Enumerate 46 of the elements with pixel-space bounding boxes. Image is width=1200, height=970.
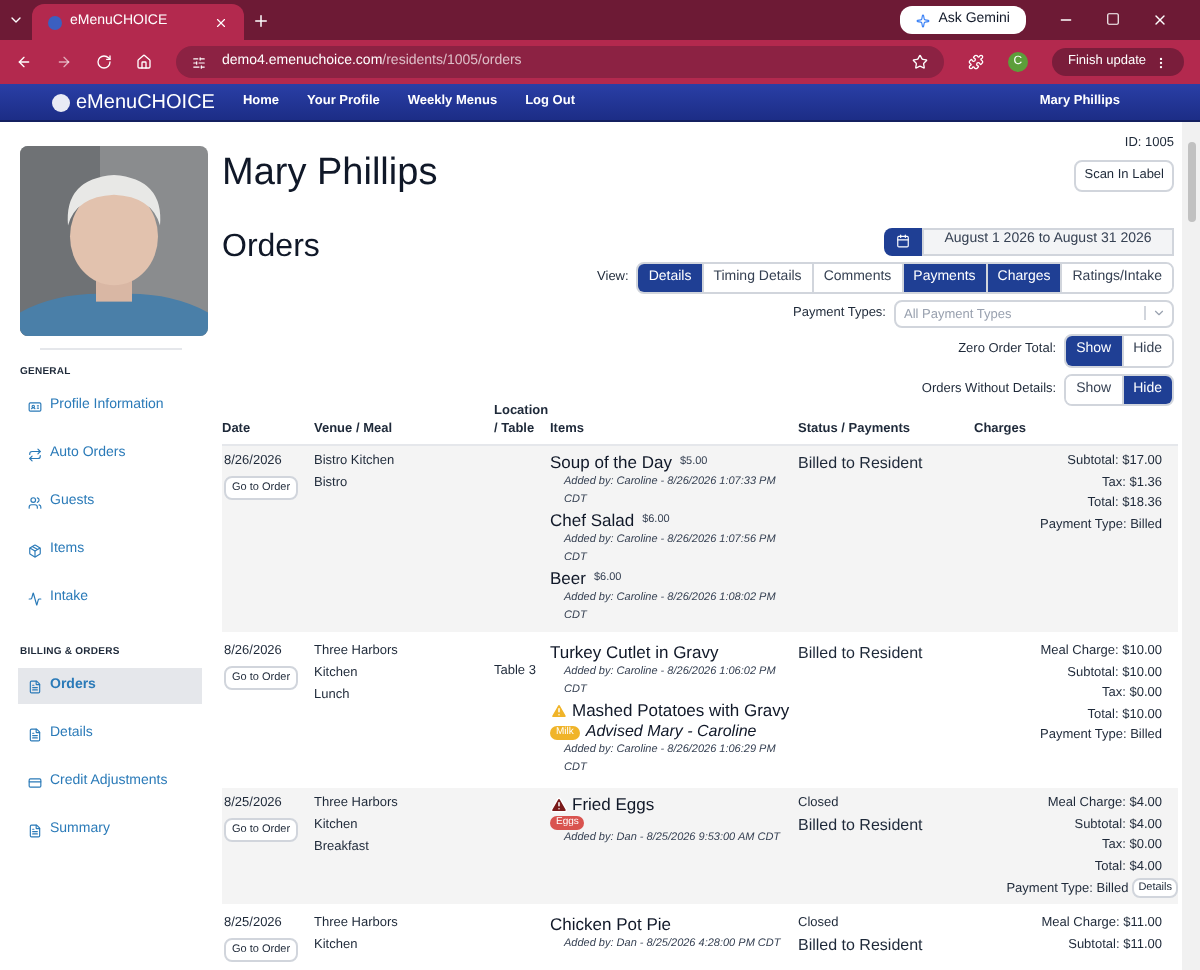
payment-status: Billed to Resident xyxy=(798,933,925,958)
item-name: Beer xyxy=(550,568,586,590)
item-name: Chicken Pot Pie xyxy=(550,914,671,936)
extensions-icon[interactable] xyxy=(967,54,984,70)
sparkle-icon xyxy=(916,13,931,27)
forward-icon[interactable] xyxy=(56,54,72,70)
page-title: Orders xyxy=(222,227,322,267)
payment-status: Billed to Resident xyxy=(798,813,925,838)
document-icon xyxy=(28,823,42,837)
site-settings-icon[interactable] xyxy=(192,55,206,69)
logo[interactable]: eMenuCHOICE xyxy=(76,87,215,117)
calendar-icon xyxy=(896,234,910,248)
close-tab-icon[interactable] xyxy=(214,15,228,29)
back-icon[interactable] xyxy=(16,54,32,70)
new-tab-icon[interactable] xyxy=(252,11,270,29)
logo-icon xyxy=(52,93,70,111)
warning-icon xyxy=(550,702,568,720)
warning-icon xyxy=(550,796,568,814)
item-name: Turkey Cutlet in Gravy xyxy=(550,642,719,664)
item-name: Mashed Potatoes with Gravy xyxy=(572,700,790,722)
id-card-icon xyxy=(28,400,42,414)
people-icon xyxy=(28,496,42,510)
reload-icon[interactable] xyxy=(96,54,112,70)
advisory-note: Advised Mary - Caroline xyxy=(585,722,757,742)
resident-name: Mary Phillips xyxy=(222,150,440,198)
payment-status: Billed to Resident xyxy=(798,452,925,476)
payment-status: Billed to Resident xyxy=(798,642,925,666)
more-icon xyxy=(1154,55,1168,69)
home-icon[interactable] xyxy=(136,54,152,70)
box-icon xyxy=(28,544,42,558)
item-name: Fried Eggs xyxy=(572,794,655,816)
dropdown-icon xyxy=(1152,306,1166,320)
pulse-icon xyxy=(28,592,42,606)
item-name: Chef Salad xyxy=(550,510,635,532)
repeat-icon xyxy=(28,448,42,462)
calendar-button[interactable] xyxy=(884,227,922,255)
card-icon xyxy=(28,775,42,789)
bookmark-icon[interactable] xyxy=(911,54,928,70)
scrollbar[interactable] xyxy=(1182,122,1200,970)
tab-list-icon[interactable] xyxy=(8,12,24,28)
favicon-icon xyxy=(48,15,62,29)
item-name: Soup of the Day xyxy=(550,452,672,474)
document-icon xyxy=(28,727,42,741)
document-icon xyxy=(28,679,42,693)
close-window-icon[interactable] xyxy=(1152,12,1168,28)
maximize-icon[interactable] xyxy=(1106,12,1120,26)
